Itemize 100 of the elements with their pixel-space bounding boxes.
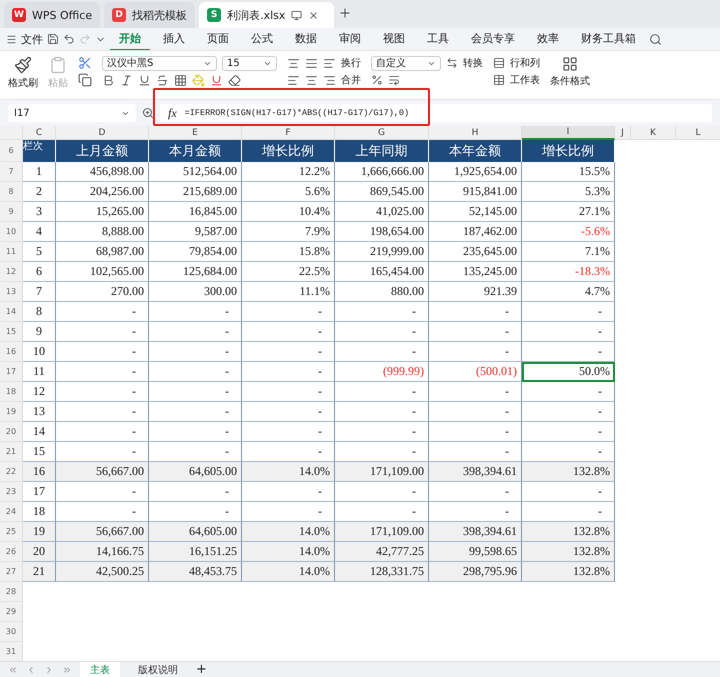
row-number[interactable]: 31	[0, 642, 23, 661]
row-number[interactable]: 10	[0, 222, 23, 242]
scissors-icon[interactable]	[78, 56, 92, 70]
ribbon-tab[interactable]: 会员专享	[462, 28, 524, 50]
font-size-field[interactable]: 15	[222, 56, 277, 70]
row-number[interactable]: 15	[0, 322, 23, 342]
column-header[interactable]: K	[631, 126, 676, 140]
column-header[interactable]: E	[149, 126, 242, 140]
sheet-tab[interactable]: 版权说明	[128, 662, 188, 677]
name-box[interactable]: I17	[8, 104, 136, 122]
copy-icon[interactable]	[78, 73, 92, 87]
zoom-icon[interactable]	[142, 107, 154, 119]
close-icon[interactable]	[308, 10, 320, 20]
strikethrough-icon[interactable]	[156, 74, 169, 86]
rows-columns-icon[interactable]	[493, 57, 505, 69]
conditional-format-icon[interactable]	[562, 56, 578, 72]
table-cell: -	[242, 502, 335, 522]
worksheet-icon[interactable]	[493, 74, 505, 86]
number-format-field[interactable]: 自定义	[371, 56, 441, 70]
monitor-icon[interactable]	[291, 10, 302, 20]
row-number[interactable]: 9	[0, 202, 23, 222]
row-number[interactable]: 22	[0, 462, 23, 482]
eraser-icon[interactable]	[228, 74, 241, 86]
row-number[interactable]: 26	[0, 542, 23, 562]
convert-icon[interactable]	[446, 57, 458, 69]
align-left-icon[interactable]	[287, 74, 300, 86]
window-tab[interactable]: S 利润表.xlsx	[199, 2, 334, 28]
row-number[interactable]: 21	[0, 442, 23, 462]
row-number[interactable]: 11	[0, 242, 23, 262]
row-number[interactable]: 17	[0, 362, 23, 382]
worksheet-button[interactable]: 工作表	[510, 73, 540, 87]
table-cell: 15	[23, 442, 56, 462]
save-icon[interactable]	[47, 33, 59, 45]
menu-icon[interactable]	[6, 34, 17, 44]
ribbon-tab[interactable]: 效率	[528, 28, 568, 50]
wrap-text-button[interactable]: 换行	[341, 56, 361, 70]
ribbon-tab[interactable]: 工具	[418, 28, 458, 50]
paintbrush-icon[interactable]	[14, 56, 32, 74]
row-number[interactable]: 20	[0, 422, 23, 442]
table-cell: 915,841.00	[429, 182, 522, 202]
align-center-icon[interactable]	[305, 74, 318, 86]
ribbon-tab[interactable]: 页面	[198, 28, 238, 50]
column-header[interactable]: C	[23, 126, 56, 140]
row-number[interactable]: 27	[0, 562, 23, 582]
window-tab[interactable]: D 找稻壳模板	[104, 2, 196, 28]
row-number[interactable]: 8	[0, 182, 23, 202]
column-header[interactable]: F	[242, 126, 335, 140]
ribbon-tab[interactable]: 公式	[242, 28, 282, 50]
row-number[interactable]: 30	[0, 622, 23, 642]
font-name-field[interactable]: 汉仪中黑S	[102, 56, 217, 70]
align-right-icon[interactable]	[323, 74, 336, 86]
formula-field[interactable]: fx =IFERROR(SIGN(H17-G17)*ABS((H17-G17)/G17),0)	[160, 104, 712, 122]
row-number[interactable]: 18	[0, 382, 23, 402]
last-sheet-icon[interactable]	[62, 664, 72, 674]
table-cell: -	[335, 422, 429, 442]
fill-color-icon[interactable]	[192, 74, 205, 86]
rows-columns-button[interactable]: 行和列	[510, 56, 540, 70]
new-tab-icon[interactable]	[338, 6, 352, 20]
column-header[interactable]: L	[676, 126, 720, 140]
ribbon-tab[interactable]: 插入	[154, 28, 194, 50]
row-number[interactable]: 29	[0, 602, 23, 622]
row-number[interactable]: 16	[0, 342, 23, 362]
ribbon-tab[interactable]: 数据	[286, 28, 326, 50]
table-cell: 19	[23, 522, 56, 542]
row-number[interactable]: 25	[0, 522, 23, 542]
ribbon-tab[interactable]: 视图	[374, 28, 414, 50]
column-header[interactable]: H	[429, 126, 522, 140]
underline-icon[interactable]	[138, 74, 151, 86]
bold-icon[interactable]	[102, 74, 115, 86]
table-cell: -	[429, 502, 522, 522]
row-number[interactable]: 13	[0, 282, 23, 302]
convert-button[interactable]: 转换	[463, 56, 483, 70]
column-header[interactable]: J	[615, 126, 631, 140]
search-icon[interactable]	[649, 32, 662, 46]
row-number[interactable]: 19	[0, 402, 23, 422]
merge-button[interactable]: 合并	[341, 73, 361, 87]
row-number[interactable]: 6	[0, 140, 23, 162]
border-icon[interactable]	[174, 74, 187, 86]
format-painter-button[interactable]: 格式刷	[8, 56, 38, 90]
row-number[interactable]: 12	[0, 262, 23, 282]
column-header[interactable]: I	[522, 126, 615, 140]
file-menu[interactable]: 文件	[21, 32, 43, 46]
ribbon-tab[interactable]: 审阅	[330, 28, 370, 50]
row-number[interactable]: 14	[0, 302, 23, 322]
italic-icon[interactable]	[120, 74, 133, 86]
row-number[interactable]: 23	[0, 482, 23, 502]
first-sheet-icon[interactable]	[8, 664, 18, 674]
font-color-icon[interactable]	[210, 74, 223, 86]
add-sheet-button[interactable]: +	[196, 662, 207, 677]
undo-icon[interactable]	[63, 33, 75, 45]
sheet-tab[interactable]: 主表	[80, 662, 120, 677]
row-number[interactable]: 7	[0, 162, 23, 182]
percent-icon[interactable]	[371, 74, 383, 86]
column-header[interactable]: G	[335, 126, 429, 140]
window-tab[interactable]: W WPS Office	[4, 2, 100, 28]
ribbon-tab[interactable]: 财务工具箱	[572, 28, 645, 50]
conditional-format-button[interactable]: 条件格式	[550, 56, 590, 88]
column-header[interactable]: D	[56, 126, 149, 140]
row-number[interactable]: 24	[0, 502, 23, 522]
row-number[interactable]: 28	[0, 582, 23, 602]
